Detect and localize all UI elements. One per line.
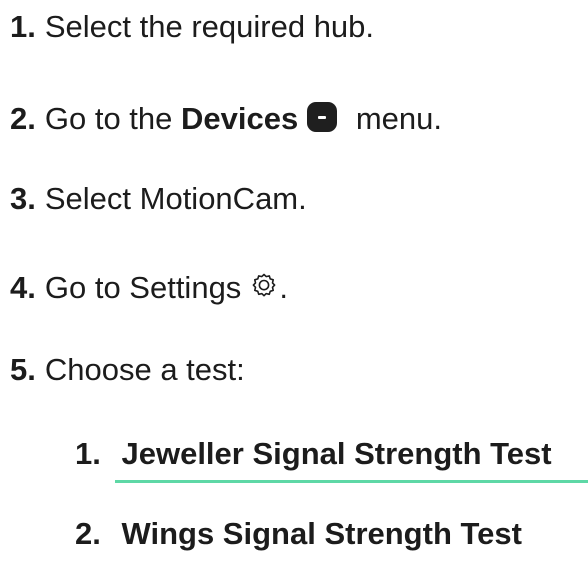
step-text: Choose a test: — [44, 352, 245, 387]
step-text-after: menu. — [347, 101, 442, 136]
step-number: 4. — [10, 270, 36, 305]
step-number: 2. — [10, 101, 36, 136]
link-underline — [115, 480, 588, 483]
jeweller-signal-strength-test-link[interactable]: Jeweller Signal Strength Test — [121, 436, 551, 471]
step-number: 5. — [10, 352, 36, 387]
wings-signal-strength-test-label: Wings Signal Strength Test — [121, 516, 522, 551]
step-text: Go to Settings — [44, 270, 242, 305]
step-text-after: . — [279, 270, 288, 305]
test-number: 1. — [75, 436, 101, 471]
step-text: Select MotionCam. — [44, 181, 307, 216]
test-item-wings: 2. Wings Signal Strength Test — [75, 514, 522, 554]
step-4: 4. Go to Settings . — [10, 268, 288, 308]
step-3: 3. Select MotionCam. — [10, 179, 307, 219]
gear-icon — [249, 270, 279, 300]
step-number: 3. — [10, 181, 36, 216]
step-5: 5. Choose a test: — [10, 350, 245, 390]
step-2: 2. Go to the Devices menu. — [10, 99, 442, 139]
test-item-jeweller: 1. Jeweller Signal Strength Test — [75, 434, 552, 474]
step-number: 1. — [10, 9, 36, 44]
test-number: 2. — [75, 516, 101, 551]
devices-menu-label: Devices — [181, 101, 299, 136]
devices-icon — [307, 102, 338, 132]
step-text: Go to the — [44, 101, 181, 136]
step-text: Select the required hub. — [44, 9, 375, 44]
step-1: 1. Select the required hub. — [10, 7, 374, 47]
